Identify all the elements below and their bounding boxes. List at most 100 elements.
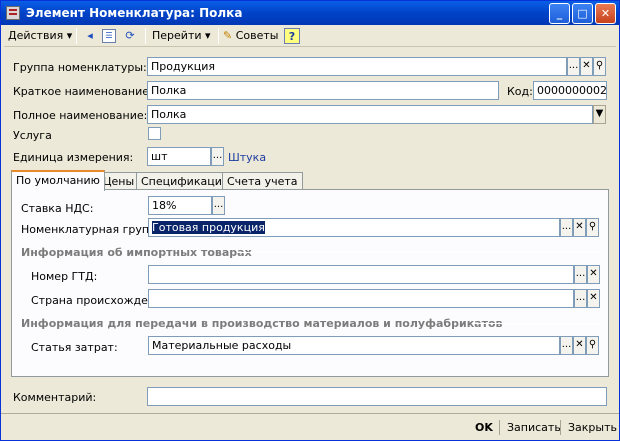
country-clear-button[interactable]: ✕ [587, 289, 600, 308]
group-select-button[interactable]: ... [567, 57, 580, 76]
country-select-button[interactable]: ... [574, 289, 587, 308]
comment-field[interactable] [147, 387, 607, 406]
gtd-select-button[interactable]: ... [574, 265, 587, 284]
full-name-value: Полка [151, 108, 187, 121]
unit-label: Единица измерения: [13, 151, 134, 164]
full-name-dropdown-button[interactable]: ▼ [593, 105, 606, 124]
vat-field[interactable]: 18% [148, 196, 212, 215]
dots-icon: ... [561, 221, 572, 232]
nom-group-open-button[interactable]: ⚲ [586, 218, 599, 237]
tips-icon: ✎ [223, 29, 233, 42]
bottom-bar: OK Записать Закрыть [1, 413, 619, 440]
maximize-icon: □ [577, 7, 588, 20]
group-field[interactable]: Продукция [147, 57, 567, 76]
tab-panel: Ставка НДС: 18% ... Номенклатурная групп… [11, 189, 609, 377]
vat-value: 18% [152, 199, 177, 212]
search-icon: ⚲ [588, 221, 597, 232]
cost-item-field[interactable]: Материальные расходы [148, 336, 560, 355]
cost-item-label: Статья затрат: [31, 341, 118, 354]
unit-link[interactable]: Штука [228, 151, 266, 164]
vat-label: Ставка НДС: [21, 202, 94, 215]
nom-group-field[interactable]: Готовая продукция [148, 218, 560, 237]
tab-accounts[interactable]: Счета учета [222, 172, 303, 190]
clear-icon: ✕ [575, 221, 584, 232]
short-name-value: Полка [151, 84, 187, 97]
chevron-down-icon: ▾ [205, 29, 211, 42]
toolbar: Действия ▾ ◂ ☰ ⟳ Перейти ▾ ✎ Советы ? [4, 25, 616, 47]
help-button[interactable]: ? [284, 28, 300, 44]
dots-icon: ... [213, 199, 224, 210]
refresh-icon[interactable]: ⟳ [122, 28, 138, 44]
code-field[interactable]: 00000000026 [533, 81, 607, 100]
dots-icon: ... [575, 268, 586, 279]
nom-group-select-button[interactable]: ... [560, 218, 573, 237]
close-icon: ✕ [600, 7, 611, 20]
gtd-label: Номер ГТД: [31, 270, 98, 283]
unit-field[interactable]: шт [147, 147, 211, 166]
title-bar: Элемент Номенклатура: Полка _ □ ✕ [1, 1, 619, 25]
chevron-down-icon: ▾ [66, 29, 73, 42]
cost-item-clear-button[interactable]: ✕ [573, 336, 586, 355]
production-group-title: Информация для передачи в производство м… [21, 317, 503, 330]
group-clear-button[interactable]: ✕ [580, 57, 593, 76]
toolbar-separator [218, 28, 219, 44]
ok-button[interactable]: OK [475, 419, 493, 436]
full-name-field[interactable]: Полка [147, 105, 593, 124]
window-title: Элемент Номенклатура: Полка [26, 6, 243, 20]
minimize-icon: _ [556, 7, 563, 20]
search-icon: ⚲ [595, 60, 604, 71]
cost-item-open-button[interactable]: ⚲ [586, 336, 599, 355]
nom-group-clear-button[interactable]: ✕ [573, 218, 586, 237]
short-name-field[interactable]: Полка [147, 81, 499, 100]
tips-label: Советы [235, 29, 279, 42]
help-icon: ? [288, 30, 296, 43]
toolbar-separator [145, 28, 146, 44]
window: Элемент Номенклатура: Полка _ □ ✕ Действ… [0, 0, 620, 441]
arrow-left-icon[interactable]: ◂ [82, 28, 98, 44]
production-group-line [472, 323, 600, 324]
dots-icon: ... [575, 292, 586, 303]
group-label: Группа номенклатуры: [13, 61, 147, 74]
import-group-line [238, 252, 600, 253]
clear-icon: ✕ [589, 268, 598, 279]
cost-item-value: Материальные расходы [152, 339, 292, 352]
dots-icon: ... [568, 60, 579, 71]
clear-icon: ✕ [582, 60, 591, 71]
structure-icon[interactable]: ☰ [102, 29, 116, 43]
button-separator [499, 420, 500, 435]
unit-select-button[interactable]: ... [211, 147, 224, 166]
save-button[interactable]: Записать [507, 419, 561, 436]
minimize-button[interactable]: _ [549, 3, 570, 24]
goto-label: Перейти [152, 29, 202, 42]
short-name-label: Краткое наименование: [13, 85, 153, 98]
service-checkbox[interactable] [148, 127, 161, 140]
comment-label: Комментарий: [13, 391, 97, 404]
full-name-label: Полное наименование: [13, 109, 148, 122]
tab-specifications[interactable]: Спецификации [136, 172, 234, 190]
button-separator [560, 420, 561, 435]
vat-select-button[interactable]: ... [212, 196, 225, 215]
tab-default[interactable]: По умолчанию [11, 170, 105, 191]
actions-label: Действия [8, 29, 64, 42]
cost-item-select-button[interactable]: ... [560, 336, 573, 355]
country-field[interactable] [148, 289, 574, 308]
dots-icon: ... [212, 150, 223, 161]
clear-icon: ✕ [589, 292, 598, 303]
import-group-title: Информация об импортных товарах [21, 246, 252, 259]
group-open-button[interactable]: ⚲ [593, 57, 606, 76]
maximize-button[interactable]: □ [572, 3, 593, 24]
goto-menu[interactable]: Перейти ▾ [152, 27, 211, 45]
chevron-down-icon: ▼ [595, 108, 604, 119]
service-label: Услуга [13, 129, 52, 142]
search-icon: ⚲ [588, 339, 597, 350]
nom-group-value: Готовая продукция [152, 221, 265, 234]
actions-menu[interactable]: Действия ▾ [8, 27, 72, 45]
clear-icon: ✕ [575, 339, 584, 350]
close-button[interactable]: Закрыть [568, 419, 617, 436]
close-window-button[interactable]: ✕ [595, 3, 616, 24]
code-label: Код: [507, 85, 533, 98]
gtd-clear-button[interactable]: ✕ [587, 265, 600, 284]
gtd-field[interactable] [148, 265, 574, 284]
code-value: 00000000026 [537, 84, 607, 97]
tips-button[interactable]: ✎ Советы [223, 27, 278, 45]
